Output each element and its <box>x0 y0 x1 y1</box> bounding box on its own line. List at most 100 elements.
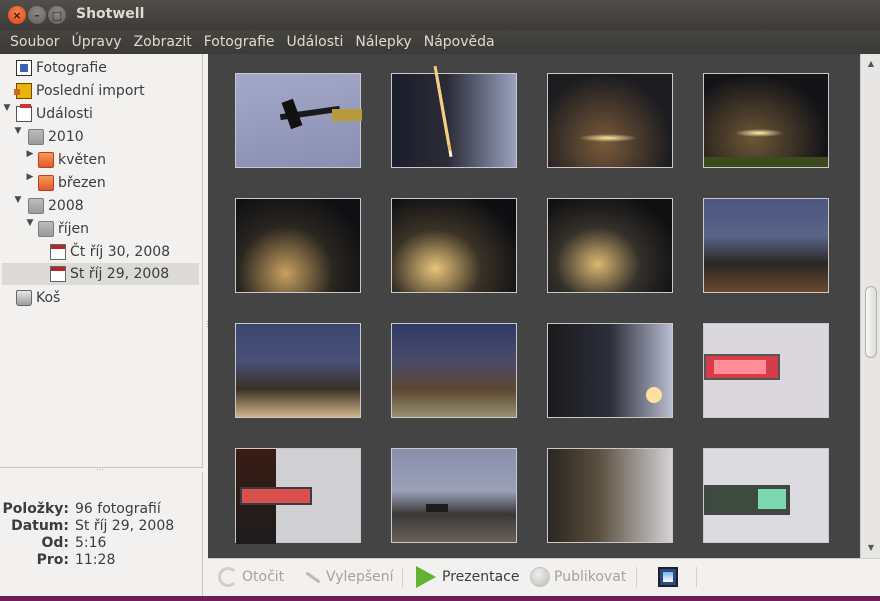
title-bar: × – □ Shotwell <box>0 0 880 30</box>
calendar-icon <box>50 266 66 282</box>
menu-edit[interactable]: Úpravy <box>66 30 128 54</box>
sidebar-item-trash[interactable]: Koš <box>16 287 60 309</box>
enhance-icon <box>302 567 322 587</box>
enhance-label: Vylepšení <box>326 569 394 585</box>
expander-open-icon[interactable]: ▼ <box>13 195 23 217</box>
menu-file[interactable]: Soubor <box>4 30 66 54</box>
sidebar-item-2010[interactable]: 2010 <box>28 126 84 148</box>
menu-events[interactable]: Události <box>281 30 350 54</box>
sidebar-item-label: Čt říj 30, 2008 <box>70 244 171 260</box>
events-icon <box>16 104 32 122</box>
rotate-icon <box>218 567 238 587</box>
toolbar-separator <box>636 567 637 587</box>
sidebar-item-label: 2010 <box>48 129 84 145</box>
sidebar-item-october[interactable]: říjen <box>38 218 89 240</box>
close-icon: × <box>12 8 22 22</box>
sidebar-item-march[interactable]: březen <box>38 172 106 194</box>
folder-icon <box>38 152 54 168</box>
rotate-button[interactable]: Otočit <box>218 566 284 588</box>
import-icon <box>14 83 32 99</box>
sidebar-item-label: Fotografie <box>36 60 107 76</box>
desktop-background <box>0 596 880 601</box>
photo-thumbnail[interactable] <box>235 73 362 168</box>
publish-label: Publikovat <box>554 569 627 585</box>
scroll-down-icon[interactable]: ▼ <box>861 540 880 556</box>
photo-thumbnail[interactable] <box>235 448 361 544</box>
sidebar: Fotografie Poslední import ▼ Události ▼ … <box>0 54 203 468</box>
slideshow-button[interactable]: Prezentace <box>416 566 519 588</box>
photo-thumbnail[interactable] <box>235 198 361 293</box>
sidebar-item-day-wed[interactable]: St říj 29, 2008 <box>2 263 199 285</box>
photos-icon <box>16 60 32 76</box>
minimize-icon: – <box>34 8 40 22</box>
folder-icon <box>38 221 54 237</box>
sidebar-item-label: 2008 <box>48 198 84 214</box>
enhance-button[interactable]: Vylepšení <box>302 566 394 588</box>
folder-icon <box>28 129 44 145</box>
play-icon <box>416 566 436 588</box>
photo-thumbnail[interactable] <box>391 65 517 168</box>
sidebar-item-events[interactable]: Události <box>16 103 93 125</box>
sidebar-item-last-import[interactable]: Poslední import <box>14 80 145 102</box>
menu-help[interactable]: Nápověda <box>418 30 501 54</box>
scrollbar-thumb[interactable] <box>865 286 877 358</box>
window-title: Shotwell <box>76 6 145 22</box>
calendar-icon <box>50 244 66 260</box>
photo-thumbnail[interactable] <box>391 323 517 418</box>
publish-icon <box>530 567 550 587</box>
sidebar-item-day-thu[interactable]: Čt říj 30, 2008 <box>50 241 170 263</box>
sidebar-item-2008[interactable]: 2008 <box>28 195 84 217</box>
photo-thumbnail[interactable] <box>547 73 673 168</box>
fullscreen-icon <box>658 567 678 587</box>
toolbar-separator <box>696 567 697 587</box>
expander-open-icon[interactable]: ▼ <box>2 103 12 125</box>
fullscreen-button[interactable] <box>658 566 682 588</box>
photo-thumbnail[interactable] <box>391 198 517 293</box>
sidebar-item-label: březen <box>58 175 106 191</box>
photo-thumbnail[interactable] <box>235 323 361 418</box>
menu-tags[interactable]: Nálepky <box>349 30 417 54</box>
rotate-label: Otočit <box>242 569 285 585</box>
scroll-up-icon[interactable]: ▲ <box>861 56 880 72</box>
vertical-scrollbar[interactable]: ▲ ▼ <box>860 54 880 558</box>
photo-thumbnail[interactable] <box>703 198 829 293</box>
sidebar-item-label: St říj 29, 2008 <box>70 266 170 282</box>
shotwell-window: × – □ Shotwell Soubor Úpravy Zobrazit Fo… <box>0 0 880 601</box>
expander-open-icon[interactable]: ▼ <box>25 218 35 240</box>
slideshow-label: Prezentace <box>442 569 520 585</box>
expander-closed-icon[interactable]: ▶ <box>25 172 35 194</box>
photo-thumbnail[interactable] <box>703 448 829 543</box>
toolbar-separator <box>402 567 403 587</box>
minimize-button[interactable]: – <box>28 6 46 24</box>
expander-open-icon[interactable]: ▼ <box>13 126 23 148</box>
sidebar-item-label: květen <box>58 152 106 168</box>
trash-icon <box>16 290 32 306</box>
info-items: Položky: 96 fotografií <box>2 501 161 517</box>
maximize-icon: □ <box>51 8 63 22</box>
folder-icon <box>38 175 54 191</box>
info-date: Datum: St říj 29, 2008 <box>11 518 175 534</box>
photo-grid <box>208 54 860 558</box>
photo-thumbnail[interactable] <box>703 323 829 418</box>
sidebar-item-may[interactable]: květen <box>38 149 106 171</box>
close-button[interactable]: × <box>8 6 26 24</box>
menu-view[interactable]: Zobrazit <box>128 30 198 54</box>
photo-thumbnail[interactable] <box>547 198 673 293</box>
sidebar-item-photos[interactable]: Fotografie <box>16 57 107 79</box>
menu-bar: Soubor Úpravy Zobrazit Fotografie Událos… <box>0 30 880 54</box>
menu-photos[interactable]: Fotografie <box>198 30 281 54</box>
sidebar-item-label: Koš <box>36 290 61 306</box>
sidebar-item-label: Poslední import <box>36 83 145 99</box>
photo-thumbnail[interactable] <box>547 323 673 418</box>
photo-thumbnail[interactable] <box>547 448 673 543</box>
info-to: Pro: 11:28 <box>36 552 116 568</box>
publish-button[interactable]: Publikovat <box>530 566 626 588</box>
expander-closed-icon[interactable]: ▶ <box>25 149 35 171</box>
sidebar-item-label: říjen <box>58 221 90 237</box>
maximize-button[interactable]: □ <box>48 6 66 24</box>
sidebar-item-label: Události <box>36 106 93 122</box>
photo-thumbnail[interactable] <box>391 448 517 543</box>
photo-thumbnail[interactable] <box>703 73 829 168</box>
info-panel: Položky: 96 fotografií Datum: St říj 29,… <box>0 472 203 601</box>
info-from: Od: 5:16 <box>41 535 107 551</box>
